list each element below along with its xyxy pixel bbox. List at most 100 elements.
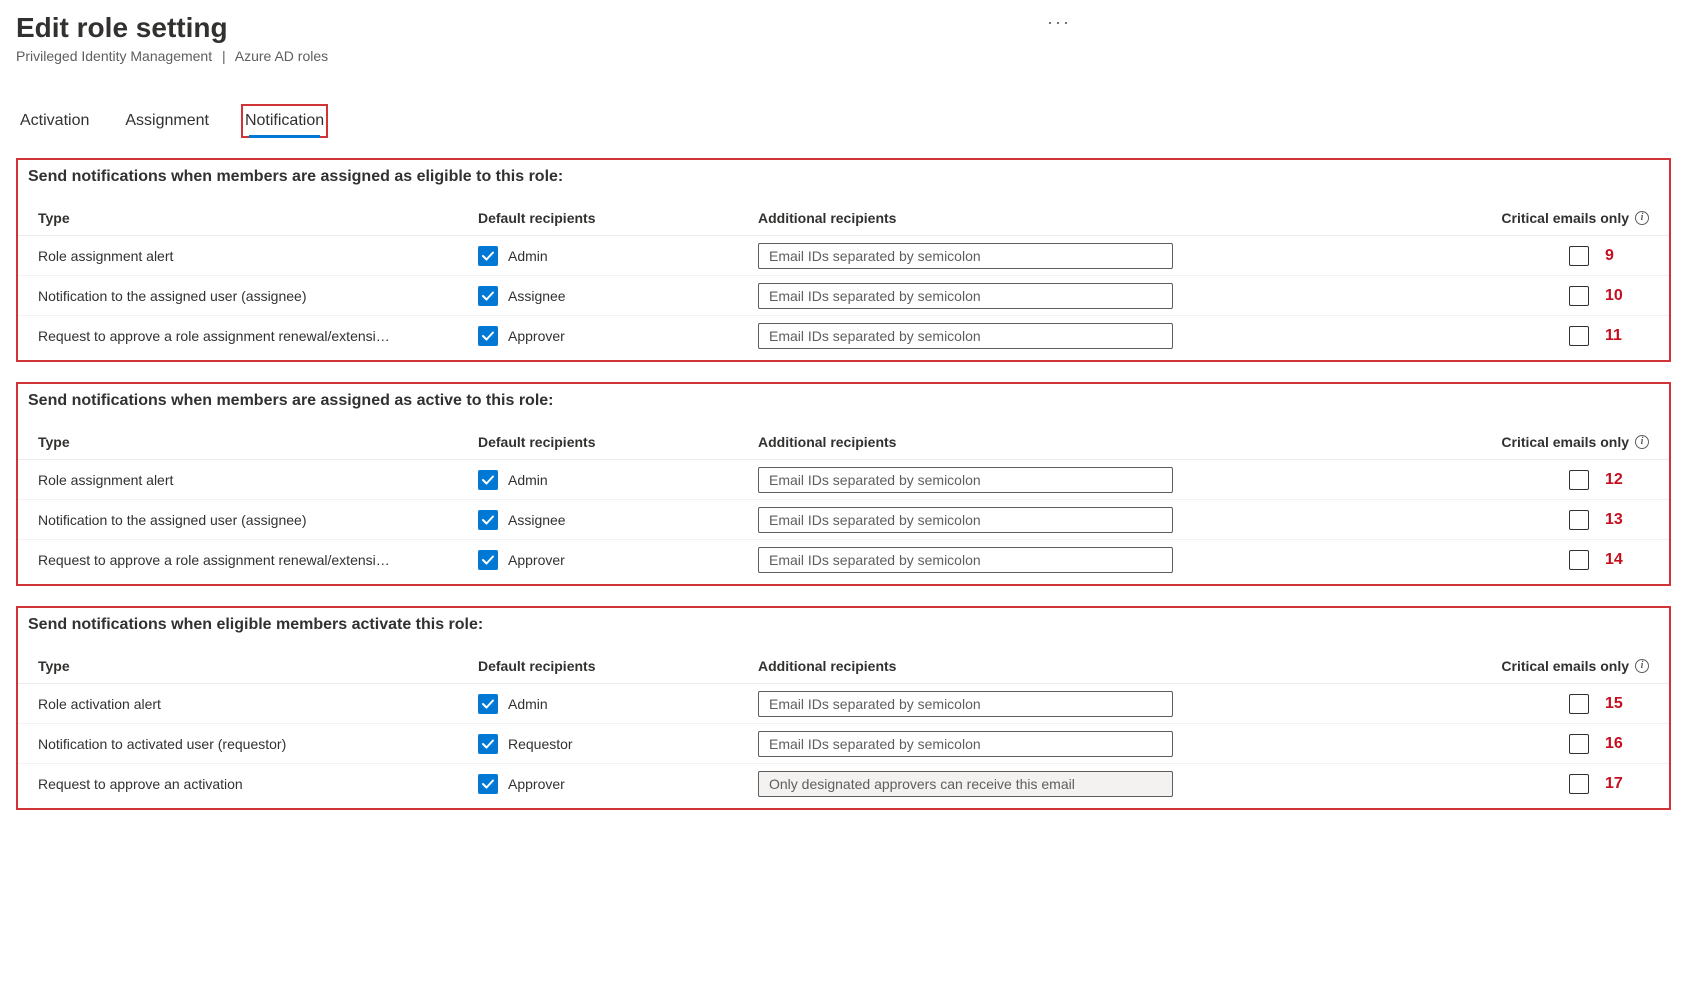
critical-emails-checkbox[interactable] xyxy=(1569,550,1589,570)
annotation-number: 14 xyxy=(1605,551,1629,569)
annotation-number: 15 xyxy=(1605,695,1629,713)
default-recipient-cell: Admin xyxy=(478,470,758,490)
default-recipient-cell: Approver xyxy=(478,326,758,346)
type-label: Request to approve a role assignment ren… xyxy=(38,328,478,344)
recipient-label: Admin xyxy=(508,696,548,712)
tab-assignment[interactable]: Assignment xyxy=(121,104,213,138)
table-row: Role assignment alert Admin 12 xyxy=(18,460,1669,500)
table-row: Notification to activated user (requesto… xyxy=(18,724,1669,764)
info-icon[interactable]: i xyxy=(1635,659,1649,673)
col-additional-recipients: Additional recipients xyxy=(758,210,1178,226)
col-critical: Critical emails only xyxy=(1501,210,1629,226)
critical-emails-checkbox[interactable] xyxy=(1569,326,1589,346)
table-row: Request to approve a role assignment ren… xyxy=(18,540,1669,580)
default-recipient-cell: Requestor xyxy=(478,734,758,754)
recipient-label: Approver xyxy=(508,328,565,344)
table-header: Type Default recipients Additional recip… xyxy=(18,200,1669,236)
recipient-label: Requestor xyxy=(508,736,573,752)
additional-recipients-input[interactable] xyxy=(758,243,1173,269)
default-recipient-checkbox[interactable] xyxy=(478,246,498,266)
additional-recipients-input xyxy=(758,771,1173,797)
default-recipient-checkbox[interactable] xyxy=(478,326,498,346)
default-recipient-checkbox[interactable] xyxy=(478,694,498,714)
breadcrumb-sep: | xyxy=(222,48,226,64)
table-row: Notification to the assigned user (assig… xyxy=(18,276,1669,316)
critical-emails-checkbox[interactable] xyxy=(1569,510,1589,530)
additional-recipients-input[interactable] xyxy=(758,323,1173,349)
type-label: Role activation alert xyxy=(38,696,478,712)
recipient-label: Admin xyxy=(508,248,548,264)
type-label: Role assignment alert xyxy=(38,472,478,488)
critical-emails-checkbox[interactable] xyxy=(1569,286,1589,306)
annotation-number: 16 xyxy=(1605,735,1629,753)
recipient-label: Approver xyxy=(508,552,565,568)
page-title: Edit role setting xyxy=(16,12,328,44)
col-type: Type xyxy=(38,658,478,674)
tabs: Activation Assignment Notification xyxy=(16,104,1671,138)
breadcrumb-right: Azure AD roles xyxy=(235,48,328,64)
section-title: Send notifications when members are assi… xyxy=(18,384,1669,424)
recipient-label: Assignee xyxy=(508,288,566,304)
default-recipient-cell: Assignee xyxy=(478,286,758,306)
info-icon[interactable]: i xyxy=(1635,211,1649,225)
tab-activation[interactable]: Activation xyxy=(16,104,93,138)
table-header: Type Default recipients Additional recip… xyxy=(18,648,1669,684)
default-recipient-cell: Admin xyxy=(478,694,758,714)
default-recipient-cell: Admin xyxy=(478,246,758,266)
additional-recipients-input[interactable] xyxy=(758,507,1173,533)
critical-emails-checkbox[interactable] xyxy=(1569,246,1589,266)
breadcrumb: Privileged Identity Management | Azure A… xyxy=(16,48,328,64)
info-icon[interactable]: i xyxy=(1635,435,1649,449)
annotation-number: 9 xyxy=(1605,247,1629,265)
table-row: Notification to the assigned user (assig… xyxy=(18,500,1669,540)
col-type: Type xyxy=(38,434,478,450)
critical-emails-checkbox[interactable] xyxy=(1569,774,1589,794)
col-critical: Critical emails only xyxy=(1501,434,1629,450)
table-row: Request to approve an activation Approve… xyxy=(18,764,1669,804)
default-recipient-checkbox[interactable] xyxy=(478,550,498,570)
breadcrumb-left: Privileged Identity Management xyxy=(16,48,212,64)
notification-section: Send notifications when members are assi… xyxy=(16,158,1671,362)
critical-emails-checkbox[interactable] xyxy=(1569,734,1589,754)
annotation-number: 10 xyxy=(1605,287,1629,305)
col-additional-recipients: Additional recipients xyxy=(758,434,1178,450)
col-additional-recipients: Additional recipients xyxy=(758,658,1178,674)
recipient-label: Assignee xyxy=(508,512,566,528)
critical-emails-checkbox[interactable] xyxy=(1569,470,1589,490)
additional-recipients-input[interactable] xyxy=(758,731,1173,757)
col-type: Type xyxy=(38,210,478,226)
additional-recipients-input[interactable] xyxy=(758,283,1173,309)
recipient-label: Approver xyxy=(508,776,565,792)
tab-notification[interactable]: Notification xyxy=(241,104,328,138)
col-critical: Critical emails only xyxy=(1501,658,1629,674)
type-label: Notification to the assigned user (assig… xyxy=(38,288,478,304)
type-label: Request to approve an activation xyxy=(38,776,478,792)
default-recipient-checkbox[interactable] xyxy=(478,286,498,306)
annotation-number: 17 xyxy=(1605,775,1629,793)
default-recipient-checkbox[interactable] xyxy=(478,470,498,490)
additional-recipients-input[interactable] xyxy=(758,547,1173,573)
overflow-menu-icon[interactable]: ··· xyxy=(1047,12,1071,33)
default-recipient-cell: Assignee xyxy=(478,510,758,530)
default-recipient-checkbox[interactable] xyxy=(478,774,498,794)
table-row: Request to approve a role assignment ren… xyxy=(18,316,1669,356)
col-default-recipients: Default recipients xyxy=(478,658,758,674)
type-label: Notification to activated user (requesto… xyxy=(38,736,478,752)
type-label: Role assignment alert xyxy=(38,248,478,264)
default-recipient-checkbox[interactable] xyxy=(478,734,498,754)
table-header: Type Default recipients Additional recip… xyxy=(18,424,1669,460)
default-recipient-checkbox[interactable] xyxy=(478,510,498,530)
critical-emails-checkbox[interactable] xyxy=(1569,694,1589,714)
section-title: Send notifications when members are assi… xyxy=(18,160,1669,200)
default-recipient-cell: Approver xyxy=(478,550,758,570)
default-recipient-cell: Approver xyxy=(478,774,758,794)
notification-section: Send notifications when members are assi… xyxy=(16,382,1671,586)
annotation-number: 12 xyxy=(1605,471,1629,489)
col-default-recipients: Default recipients xyxy=(478,434,758,450)
additional-recipients-input[interactable] xyxy=(758,691,1173,717)
col-default-recipients: Default recipients xyxy=(478,210,758,226)
table-row: Role activation alert Admin 15 xyxy=(18,684,1669,724)
annotation-number: 11 xyxy=(1605,327,1629,345)
type-label: Notification to the assigned user (assig… xyxy=(38,512,478,528)
additional-recipients-input[interactable] xyxy=(758,467,1173,493)
